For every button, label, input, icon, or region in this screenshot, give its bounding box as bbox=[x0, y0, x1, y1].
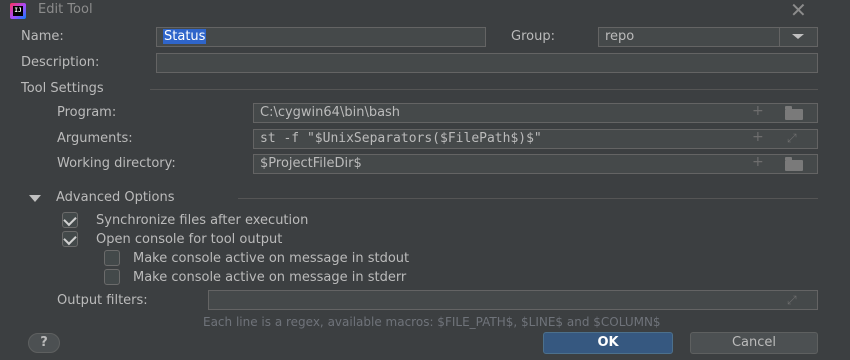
program-input-value: C:\cygwin64\bin\bash bbox=[260, 105, 401, 120]
advanced-options-title[interactable]: Advanced Options bbox=[56, 190, 175, 205]
insert-macro-plus-icon[interactable]: + bbox=[752, 103, 764, 119]
sync-files-checkbox[interactable] bbox=[62, 212, 78, 228]
working-directory-label: Working directory: bbox=[57, 156, 176, 171]
folder-icon[interactable] bbox=[785, 157, 803, 171]
arguments-label: Arguments: bbox=[57, 131, 133, 146]
open-console-checkbox[interactable] bbox=[62, 231, 78, 247]
app-logo-icon: IJ bbox=[10, 3, 26, 19]
arguments-fade bbox=[730, 130, 750, 148]
program-label: Program: bbox=[57, 105, 117, 120]
group-label: Group: bbox=[511, 29, 555, 44]
working-directory-input-value: $ProjectFileDir$ bbox=[260, 156, 362, 171]
group-combobox-value: repo bbox=[605, 29, 635, 44]
arguments-input-value: st -f "$UnixSeparators($FilePath$)$" bbox=[260, 131, 542, 146]
output-filters-input[interactable] bbox=[208, 290, 818, 310]
insert-macro-plus-icon[interactable]: + bbox=[752, 154, 764, 170]
active-stderr-checkbox[interactable] bbox=[104, 269, 120, 285]
output-filters-hint: Each line is a regex, available macros: … bbox=[203, 315, 661, 329]
checkmark-icon bbox=[63, 231, 77, 246]
folder-icon[interactable] bbox=[785, 106, 803, 120]
group-dropdown-button[interactable] bbox=[780, 28, 817, 46]
ok-button[interactable]: OK bbox=[543, 332, 673, 354]
open-console-label[interactable]: Open console for tool output bbox=[96, 232, 282, 247]
tool-settings-separator bbox=[150, 89, 818, 90]
sync-files-label[interactable]: Synchronize files after execution bbox=[96, 213, 308, 228]
program-input[interactable]: C:\cygwin64\bin\bash bbox=[253, 103, 818, 123]
window-title: Edit Tool bbox=[38, 2, 93, 17]
insert-macro-plus-icon[interactable]: + bbox=[752, 129, 764, 145]
checkmark-icon bbox=[63, 212, 77, 227]
active-stderr-label[interactable]: Make console active on message in stderr bbox=[133, 270, 406, 285]
expand-icon[interactable]: ⤢ bbox=[787, 131, 797, 146]
working-directory-input[interactable]: $ProjectFileDir$ bbox=[253, 154, 818, 174]
output-filters-label: Output filters: bbox=[57, 293, 148, 308]
advanced-options-separator bbox=[238, 198, 818, 199]
chevron-down-icon bbox=[792, 34, 804, 39]
name-input[interactable]: Status bbox=[156, 27, 486, 47]
active-stdout-checkbox[interactable] bbox=[104, 250, 120, 266]
cancel-button[interactable]: Cancel bbox=[690, 332, 818, 354]
active-stdout-label[interactable]: Make console active on message in stdout bbox=[133, 251, 409, 266]
tool-settings-title: Tool Settings bbox=[21, 81, 104, 96]
description-label: Description: bbox=[21, 55, 100, 70]
name-label: Name: bbox=[21, 29, 64, 44]
name-input-value: Status bbox=[163, 29, 207, 44]
app-logo-text: IJ bbox=[13, 6, 23, 16]
collapse-triangle-icon[interactable] bbox=[29, 195, 41, 202]
title-bar bbox=[0, 0, 850, 22]
expand-icon[interactable]: ⤢ bbox=[787, 293, 797, 308]
close-icon[interactable]: ✕ bbox=[790, 0, 807, 22]
description-input[interactable] bbox=[156, 53, 818, 73]
help-button[interactable]: ? bbox=[28, 333, 60, 353]
